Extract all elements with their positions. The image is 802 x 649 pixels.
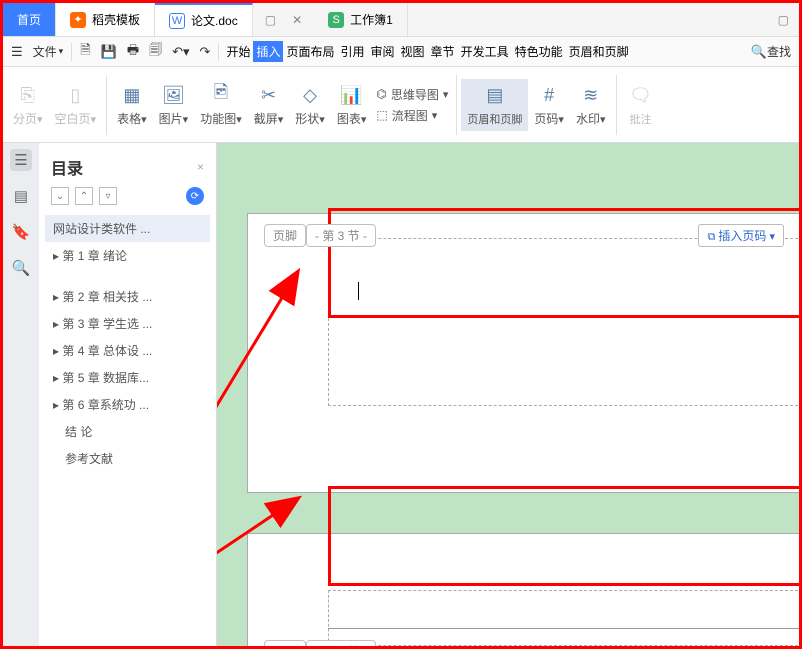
new-icon[interactable]: 🗎: [76, 39, 94, 65]
toc-item[interactable]: ▸ 第 1 章 绪论: [45, 242, 210, 269]
page-number-icon: #: [536, 82, 562, 108]
scissors-icon: ✂: [256, 82, 282, 108]
watermark-icon: ≋: [578, 82, 604, 108]
toc-item[interactable]: 结 论: [45, 418, 210, 445]
menu-dev[interactable]: 开发工具: [458, 41, 512, 62]
blank-page-button[interactable]: ▯空白页▾: [49, 78, 103, 131]
section4-label: - 第 4 节 -: [306, 640, 376, 646]
menu-start[interactable]: 开始: [223, 41, 253, 62]
funcimg-icon: 🖻: [208, 82, 234, 108]
text-cursor: [358, 282, 359, 300]
menu-review[interactable]: 审阅: [368, 41, 398, 62]
menu-layout[interactable]: 页面布局: [283, 41, 337, 62]
document-tabs: 首页 ✦稻壳模板 W论文.doc ▢ ✕ S工作簿1 ▢: [3, 3, 799, 37]
toc-item[interactable]: ▸ 第 6 章系统功 ...: [45, 391, 210, 418]
table-button[interactable]: ▦表格▾: [111, 78, 153, 131]
toc-sync-badge[interactable]: ⟳: [186, 187, 204, 205]
menu-special[interactable]: 特色功能: [512, 41, 566, 62]
file-menu[interactable]: 文件 ▾: [29, 41, 68, 62]
shape-icon: ◇: [297, 82, 323, 108]
picture-button[interactable]: 🖼图片▾: [153, 78, 195, 131]
undo-icon[interactable]: ↶▾: [168, 42, 193, 62]
page-break-icon: ⎘: [15, 82, 41, 108]
header-footer-icon: ▤: [482, 83, 508, 109]
close-tab-icon[interactable]: ✕: [292, 13, 302, 27]
tab-current-doc[interactable]: W论文.doc: [155, 3, 253, 36]
flowchart-icon: ⬚: [376, 108, 387, 122]
menu-chapter[interactable]: 章节: [428, 41, 458, 62]
toc-item[interactable]: ▸ 第 5 章 数据库...: [45, 364, 210, 391]
funcimg-button[interactable]: 🖻功能图▾: [194, 78, 248, 131]
comment-icon: 🗨: [628, 83, 654, 109]
bookmark-sidebar-icon[interactable]: 🔖: [10, 221, 32, 243]
chart-button[interactable]: 📊图表▾: [331, 78, 373, 131]
header-label: 页眉: [264, 640, 306, 646]
redo-icon[interactable]: ↷: [196, 42, 215, 62]
toc-item[interactable]: ▸ 第 2 章 相关技 ...: [45, 283, 210, 310]
chapter1-heading: 第 1 章 绪论: [559, 644, 678, 646]
flame-icon: ✦: [70, 12, 86, 28]
toc-expand-icon[interactable]: ⌄: [51, 187, 69, 205]
toc-item[interactable]: ▸ 第 3 章 学生选 ...: [45, 310, 210, 337]
search-button[interactable]: 🔍 查找: [747, 41, 795, 62]
table-icon: ▦: [119, 82, 145, 108]
mindmap-button[interactable]: ⌬思维导图▾: [376, 84, 448, 105]
screen-icon[interactable]: ▢: [265, 13, 276, 27]
document-canvas[interactable]: 页脚 - 第 3 节 - ⧉ 插入页码 ▾ 页眉 - 第 4 节 - 第 1 章…: [217, 143, 799, 646]
mindmap-icon: ⌬: [376, 87, 386, 101]
insert-page-number-button[interactable]: ⧉ 插入页码 ▾: [698, 224, 784, 247]
toc-sidebar-icon[interactable]: ☰: [10, 149, 32, 171]
section3-label: - 第 3 节 -: [306, 224, 376, 247]
page-number-button[interactable]: #页码▾: [528, 78, 570, 131]
ribbon-menu: 开始 插入 页面布局 引用 审阅 视图 章节 开发工具 特色功能 页眉和页脚: [223, 41, 631, 62]
annotation-box-header: [328, 486, 799, 586]
tab-workbook[interactable]: S工作簿1: [314, 3, 408, 36]
footer-label: 页脚: [264, 224, 306, 247]
toc-item[interactable]: 参考文献: [45, 445, 210, 472]
toc-filter-icon[interactable]: ▿: [99, 187, 117, 205]
toc-item[interactable]: 网站设计类软件 ...: [45, 215, 210, 242]
screen2-icon[interactable]: ▢: [778, 13, 789, 27]
sheet-icon: S: [328, 12, 344, 28]
chart-icon: 📊: [339, 82, 365, 108]
print-icon[interactable]: 🖶: [123, 39, 143, 65]
hamburger-icon[interactable]: ☰: [7, 42, 27, 62]
blank-page-icon: ▯: [62, 82, 88, 108]
picture-icon: 🖼: [160, 82, 186, 108]
word-doc-icon: W: [169, 13, 185, 29]
shape-button[interactable]: ◇形状▾: [289, 78, 331, 131]
toc-item[interactable]: ▸ 第 4 章 总体设 ...: [45, 337, 210, 364]
comment-button[interactable]: 🗨批注: [621, 79, 661, 131]
flowchart-button[interactable]: ⬚流程图▾: [376, 105, 448, 126]
notes-sidebar-icon[interactable]: ▤: [10, 185, 32, 207]
toc-collapse-icon[interactable]: ⌃: [75, 187, 93, 205]
toc-close-icon[interactable]: ×: [191, 160, 210, 174]
menu-hf[interactable]: 页眉和页脚: [566, 41, 632, 62]
page-break-button[interactable]: ⎘分页▾: [7, 78, 49, 131]
menu-insert[interactable]: 插入: [253, 41, 283, 62]
zoom-sidebar-icon[interactable]: 🔍: [10, 257, 32, 279]
header-footer-button[interactable]: ▤页眉和页脚: [461, 79, 528, 131]
watermark-button[interactable]: ≋水印▾: [570, 78, 612, 131]
screenshot-button[interactable]: ✂截屏▾: [248, 78, 290, 131]
save-icon[interactable]: 💾: [97, 42, 121, 62]
tab-home[interactable]: 首页: [3, 3, 56, 36]
tab-daoketemplate[interactable]: ✦稻壳模板: [56, 3, 155, 36]
print-preview-icon[interactable]: 🗐: [145, 39, 166, 65]
menu-view[interactable]: 视图: [398, 41, 428, 62]
left-sidebar: ☰ ▤ 🔖 🔍: [3, 143, 39, 646]
menu-ref[interactable]: 引用: [338, 41, 368, 62]
toc-list: 网站设计类软件 ... ▸ 第 1 章 绪论 ▸ 第 2 章 相关技 ... ▸…: [45, 215, 210, 472]
toc-title: 目录: [45, 151, 89, 183]
